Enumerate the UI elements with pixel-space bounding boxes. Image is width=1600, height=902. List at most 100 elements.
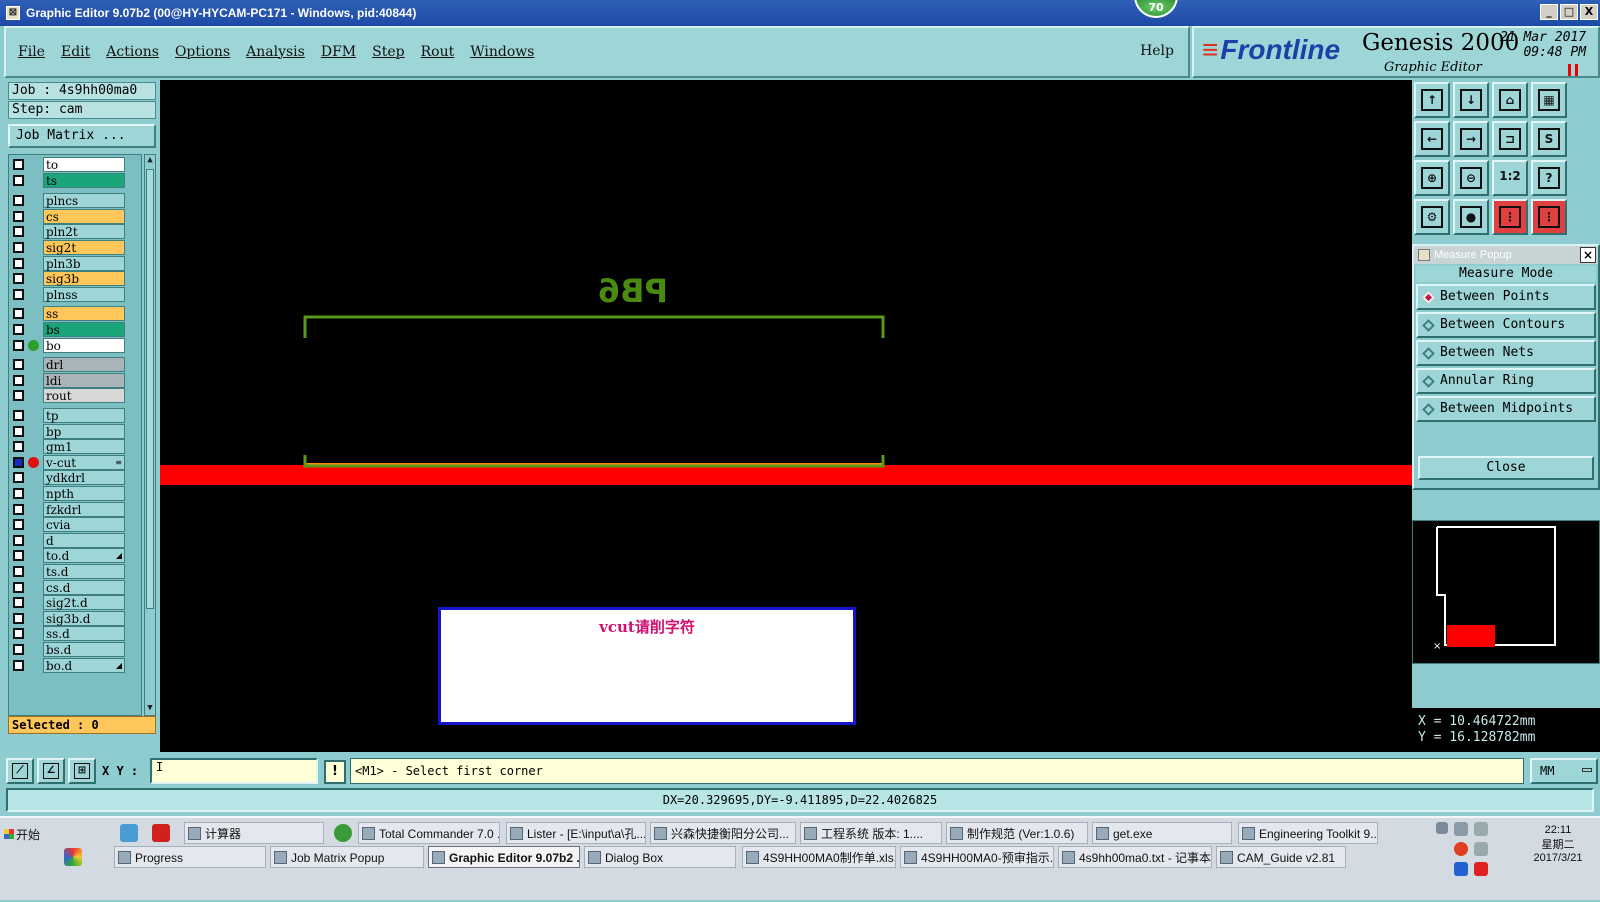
angle-mode-button[interactable]: ∠ <box>37 758 65 784</box>
layer-row-cs-d[interactable]: cs.d <box>9 579 141 595</box>
layer-checkbox[interactable] <box>13 410 24 421</box>
layer-name[interactable]: drl <box>43 357 125 373</box>
layer-name[interactable]: d <box>43 532 125 548</box>
pdf-icon[interactable] <box>152 824 170 842</box>
menu-windows[interactable]: Windows <box>470 44 534 60</box>
pan-left-button[interactable]: ← <box>1414 121 1450 157</box>
minimize-button[interactable]: _ <box>1540 4 1558 20</box>
layer-row-ss[interactable]: ss <box>9 306 141 322</box>
layer-row-cs[interactable]: cs <box>9 208 141 224</box>
window-view-button[interactable]: ▦ <box>1531 82 1567 118</box>
layer-row-ts[interactable]: ts <box>9 172 141 188</box>
layer-checkbox[interactable] <box>13 210 24 222</box>
layer-checkbox[interactable] <box>13 659 24 671</box>
option-between-contours[interactable]: Between Contours <box>1416 312 1596 338</box>
layer-row-npth[interactable]: npth <box>9 486 141 501</box>
layer-checkbox[interactable] <box>13 503 24 515</box>
quicklaunch-icon[interactable] <box>120 824 138 842</box>
layer-checkbox[interactable] <box>13 456 24 468</box>
menu-actions[interactable]: Actions <box>106 44 159 60</box>
pan-right-button[interactable]: → <box>1453 121 1489 157</box>
taskbar-button[interactable]: 兴森快捷衡阳分公司... <box>650 822 796 844</box>
layer-name[interactable]: v-cut ≡ <box>43 454 125 470</box>
units-select[interactable]: MM <box>1530 758 1598 784</box>
ie-icon[interactable] <box>334 824 352 842</box>
layer-checkbox[interactable] <box>13 273 24 285</box>
snap-button[interactable]: ● <box>1453 199 1489 235</box>
layer-row-sig2t[interactable]: sig2t <box>9 240 141 255</box>
menu-edit[interactable]: Edit <box>61 44 90 60</box>
zoom-in-button[interactable]: ⊕ <box>1414 160 1450 196</box>
layer-row-cvia[interactable]: cvia <box>9 517 141 533</box>
start-button[interactable]: 开始 <box>2 824 52 846</box>
layer-display-dot-icon[interactable] <box>28 456 39 468</box>
layer-row-gm1[interactable]: gm1 <box>9 439 141 455</box>
layer-row-sig2t-d[interactable]: sig2t.d <box>9 595 141 611</box>
taskbar-button[interactable]: Total Commander 7.0 ... <box>358 822 500 844</box>
layer-row-fzkdrl[interactable]: fzkdrl <box>9 501 141 517</box>
scroll-thumb[interactable] <box>146 169 154 609</box>
close-window-button[interactable]: X <box>1580 4 1598 20</box>
layer-name[interactable]: sig3b.d <box>43 610 125 626</box>
layer-row-ldi[interactable]: ldi <box>9 372 141 388</box>
layer-name[interactable]: rout <box>43 388 125 404</box>
taskbar-button[interactable]: Engineering Toolkit 9.... <box>1238 822 1378 844</box>
layer-checkbox[interactable] <box>13 472 24 484</box>
layer-checkbox[interactable] <box>13 195 24 207</box>
layer-row-sig3b[interactable]: sig3b <box>9 271 141 287</box>
overview-map[interactable]: × <box>1412 520 1600 664</box>
menu-analysis[interactable]: Analysis <box>246 44 305 60</box>
taskbar-button[interactable]: 4s9hh00ma0.txt - 记事本 <box>1058 846 1212 868</box>
taskbar-button[interactable]: 4S9HH00MA0制作单.xls... <box>742 846 896 868</box>
layer-checkbox[interactable] <box>13 581 24 593</box>
pan-down-button[interactable]: ↓ <box>1453 82 1489 118</box>
layer-row-plncs[interactable]: plncs <box>9 193 141 209</box>
layer-checkbox[interactable] <box>13 488 24 499</box>
layer-checkbox[interactable] <box>13 597 24 609</box>
app-cluster-icon[interactable] <box>64 848 82 866</box>
layer-row-v-cut[interactable]: v-cut ≡ <box>9 454 141 470</box>
taskbar-button[interactable]: Progress <box>114 846 266 868</box>
layer-name[interactable]: tp <box>43 408 125 423</box>
grid-mode-button[interactable]: ⊞ <box>68 758 96 784</box>
layer-row-tp[interactable]: tp <box>9 408 141 423</box>
layer-checkbox[interactable] <box>13 390 24 402</box>
layer-name[interactable]: sig2t.d <box>43 595 125 611</box>
layer-name[interactable]: fzkdrl <box>43 501 125 517</box>
layer-checkbox[interactable] <box>13 628 24 640</box>
layer-name[interactable]: ydkdrl <box>43 470 125 486</box>
layer-name[interactable]: bo.d ◢ <box>43 657 125 673</box>
tray-signal-icon[interactable] <box>1474 822 1488 836</box>
layer-row-ss-d[interactable]: ss.d <box>9 626 141 642</box>
menu-options[interactable]: Options <box>175 44 230 60</box>
graphic-canvas[interactable]: PB6 vcut请削字符 <box>160 80 1412 752</box>
layer-checkbox[interactable] <box>13 159 24 170</box>
scroll-down-icon[interactable]: ▼ <box>145 703 155 715</box>
taskbar-button[interactable]: 制作规范 (Ver:1.0.6) <box>946 822 1088 844</box>
redraw-button[interactable]: S <box>1531 121 1567 157</box>
layer-row-bo[interactable]: bo <box>9 337 141 353</box>
layer-name[interactable]: to <box>43 157 125 172</box>
taskbar-button[interactable]: 计算器 <box>184 822 324 844</box>
tray-volume-icon[interactable] <box>1474 842 1488 856</box>
taskbar-button[interactable]: Lister - [E:\input\a\孔... <box>506 822 646 844</box>
zoom-home-button[interactable]: ↑ <box>1414 82 1450 118</box>
layer-name[interactable]: bs <box>43 322 125 337</box>
layer-checkbox[interactable] <box>13 359 24 371</box>
layer-row-ts-d[interactable]: ts.d <box>9 564 141 579</box>
layer-name[interactable]: npth <box>43 486 125 501</box>
close-icon[interactable]: × <box>1580 247 1596 263</box>
taskbar-button[interactable]: Dialog Box <box>584 846 736 868</box>
layer-row-bp[interactable]: bp <box>9 423 141 439</box>
xy-input[interactable]: I <box>150 758 318 784</box>
menu-dfm[interactable]: DFM <box>321 44 356 60</box>
layer-row-bs-d[interactable]: bs.d <box>9 642 141 657</box>
layer-row-ydkdrl[interactable]: ydkdrl <box>9 470 141 486</box>
menu-step[interactable]: Step <box>372 44 404 60</box>
layer-name[interactable]: plnss <box>43 286 125 302</box>
layer-row-bs[interactable]: bs <box>9 322 141 337</box>
pause-icon[interactable] <box>1568 64 1578 76</box>
tray-app-icon[interactable] <box>1454 862 1468 876</box>
layer-display-dot-icon[interactable] <box>28 339 39 351</box>
layer-checkbox[interactable] <box>13 612 24 624</box>
